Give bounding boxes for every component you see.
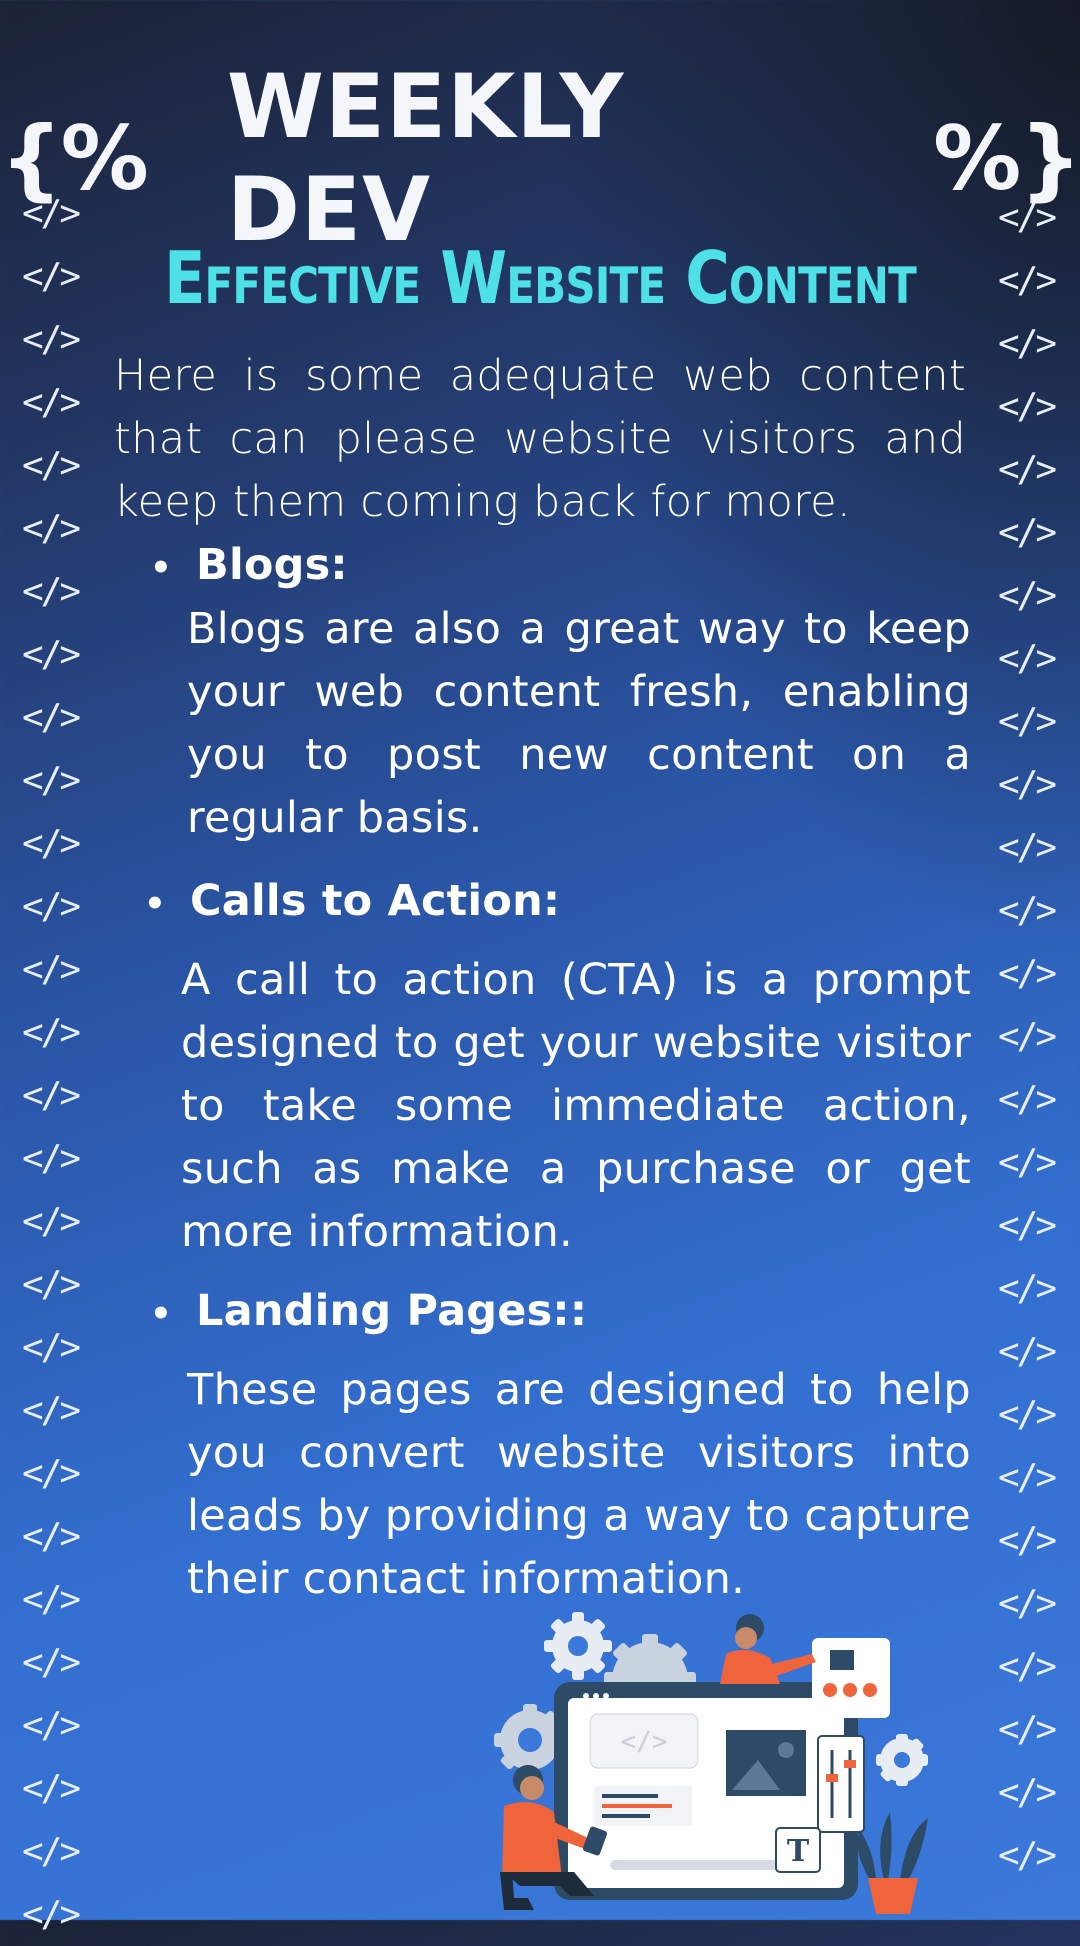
code-tag: </> <box>22 949 81 990</box>
code-tag: </> <box>22 508 81 549</box>
code-tag: </> <box>998 1331 1057 1372</box>
code-tag: </> <box>22 697 81 738</box>
bullet-icon: • <box>144 884 166 924</box>
section-title-blogs: • Blogs: <box>150 540 348 593</box>
code-tag: </> <box>998 1583 1057 1624</box>
code-tag: </> <box>998 1016 1057 1057</box>
code-tag: </> <box>998 1646 1057 1687</box>
code-tag: </> <box>22 1642 81 1683</box>
brand-close-bracket: %} <box>933 106 1080 210</box>
code-tag: </> <box>998 1772 1057 1813</box>
code-tag: </> <box>998 1457 1057 1498</box>
code-tag: </> <box>998 449 1057 490</box>
brand-open-bracket: {% <box>0 106 149 210</box>
woman-figure-icon <box>720 1614 816 1684</box>
code-tag: </> <box>998 1079 1057 1120</box>
gear-icon <box>544 1612 612 1680</box>
code-tag: </> <box>998 1835 1057 1876</box>
code-tag: </> <box>22 1705 81 1746</box>
code-tag: </> <box>22 445 81 486</box>
code-tag: </> <box>998 1709 1057 1750</box>
code-tag: </> <box>998 638 1057 679</box>
code-tag: </> <box>998 1394 1057 1435</box>
code-tag: </> <box>22 1138 81 1179</box>
code-tag: </> <box>22 1894 81 1935</box>
section-title-landing-pages: • Landing Pages:: <box>150 1286 587 1339</box>
code-tag: </> <box>22 634 81 675</box>
code-tag: </> <box>998 386 1057 427</box>
section-body-blogs: Blogs are also a great way to keep your … <box>187 604 971 843</box>
section-title-text: Landing Pages:: <box>196 1286 588 1336</box>
plant-icon <box>857 1812 928 1914</box>
code-tag: </> <box>22 1831 81 1872</box>
code-tag: </> <box>998 764 1057 805</box>
code-tag: </> <box>998 512 1057 553</box>
brand-name: WEEKLY DEV <box>226 55 625 261</box>
section-body-landing-pages: These pages are designed to help you con… <box>187 1365 971 1604</box>
code-tag: </> <box>22 571 81 612</box>
code-tag: </> <box>998 890 1057 931</box>
section-title-text: Calls to Action: <box>190 876 561 926</box>
code-tag: </> <box>22 886 81 927</box>
bullet-icon: • <box>150 548 172 588</box>
web-dev-illustration: </> T <box>494 1612 928 1914</box>
brand-header: {% WEEKLY DEV %} <box>0 55 1080 261</box>
section-body-cta: A call to action (CTA) is a prompt desig… <box>181 955 971 1257</box>
code-tag: </> <box>998 1142 1057 1183</box>
code-tag: </> <box>22 382 81 423</box>
left-tag-column: </> </> </> </> </> </> </> </> </> </> … <box>22 182 102 1946</box>
code-tag: </> <box>22 1075 81 1116</box>
intro-paragraph: Here is some adequate web content that c… <box>114 351 966 527</box>
code-tag: </> <box>998 260 1057 301</box>
code-tag: </> <box>22 823 81 864</box>
code-tag: </> <box>22 1201 81 1242</box>
code-tag: </> <box>998 701 1057 742</box>
code-tag: </> <box>998 1520 1057 1561</box>
code-tag: </> <box>998 323 1057 364</box>
code-tag: </> <box>998 1268 1057 1309</box>
text-tool-label: T <box>787 1834 810 1869</box>
section-title-cta: • Calls to Action: <box>144 876 560 929</box>
right-tag-column: </> </> </> </> </> </> </> </> </> </> … <box>998 186 1078 1887</box>
code-label: </> <box>621 1727 668 1757</box>
section-title-text: Blogs: <box>196 540 348 590</box>
page-title: Effective Website Content <box>164 236 917 320</box>
code-tag: </> <box>22 1768 81 1809</box>
code-tag: </> <box>22 1390 81 1431</box>
code-tag: </> <box>22 1453 81 1494</box>
gear-icon <box>876 1734 928 1786</box>
bullet-icon: • <box>150 1294 172 1334</box>
code-tag: </> <box>22 760 81 801</box>
code-tag: </> <box>22 1327 81 1368</box>
code-tag: </> <box>998 953 1057 994</box>
code-tag: </> <box>998 575 1057 616</box>
code-tag: </> <box>22 1516 81 1557</box>
code-tag: </> <box>998 827 1057 868</box>
code-tag: </> <box>22 1264 81 1305</box>
code-tag: </> <box>22 1012 81 1053</box>
code-tag: </> <box>998 1205 1057 1246</box>
code-tag: </> <box>22 1579 81 1620</box>
